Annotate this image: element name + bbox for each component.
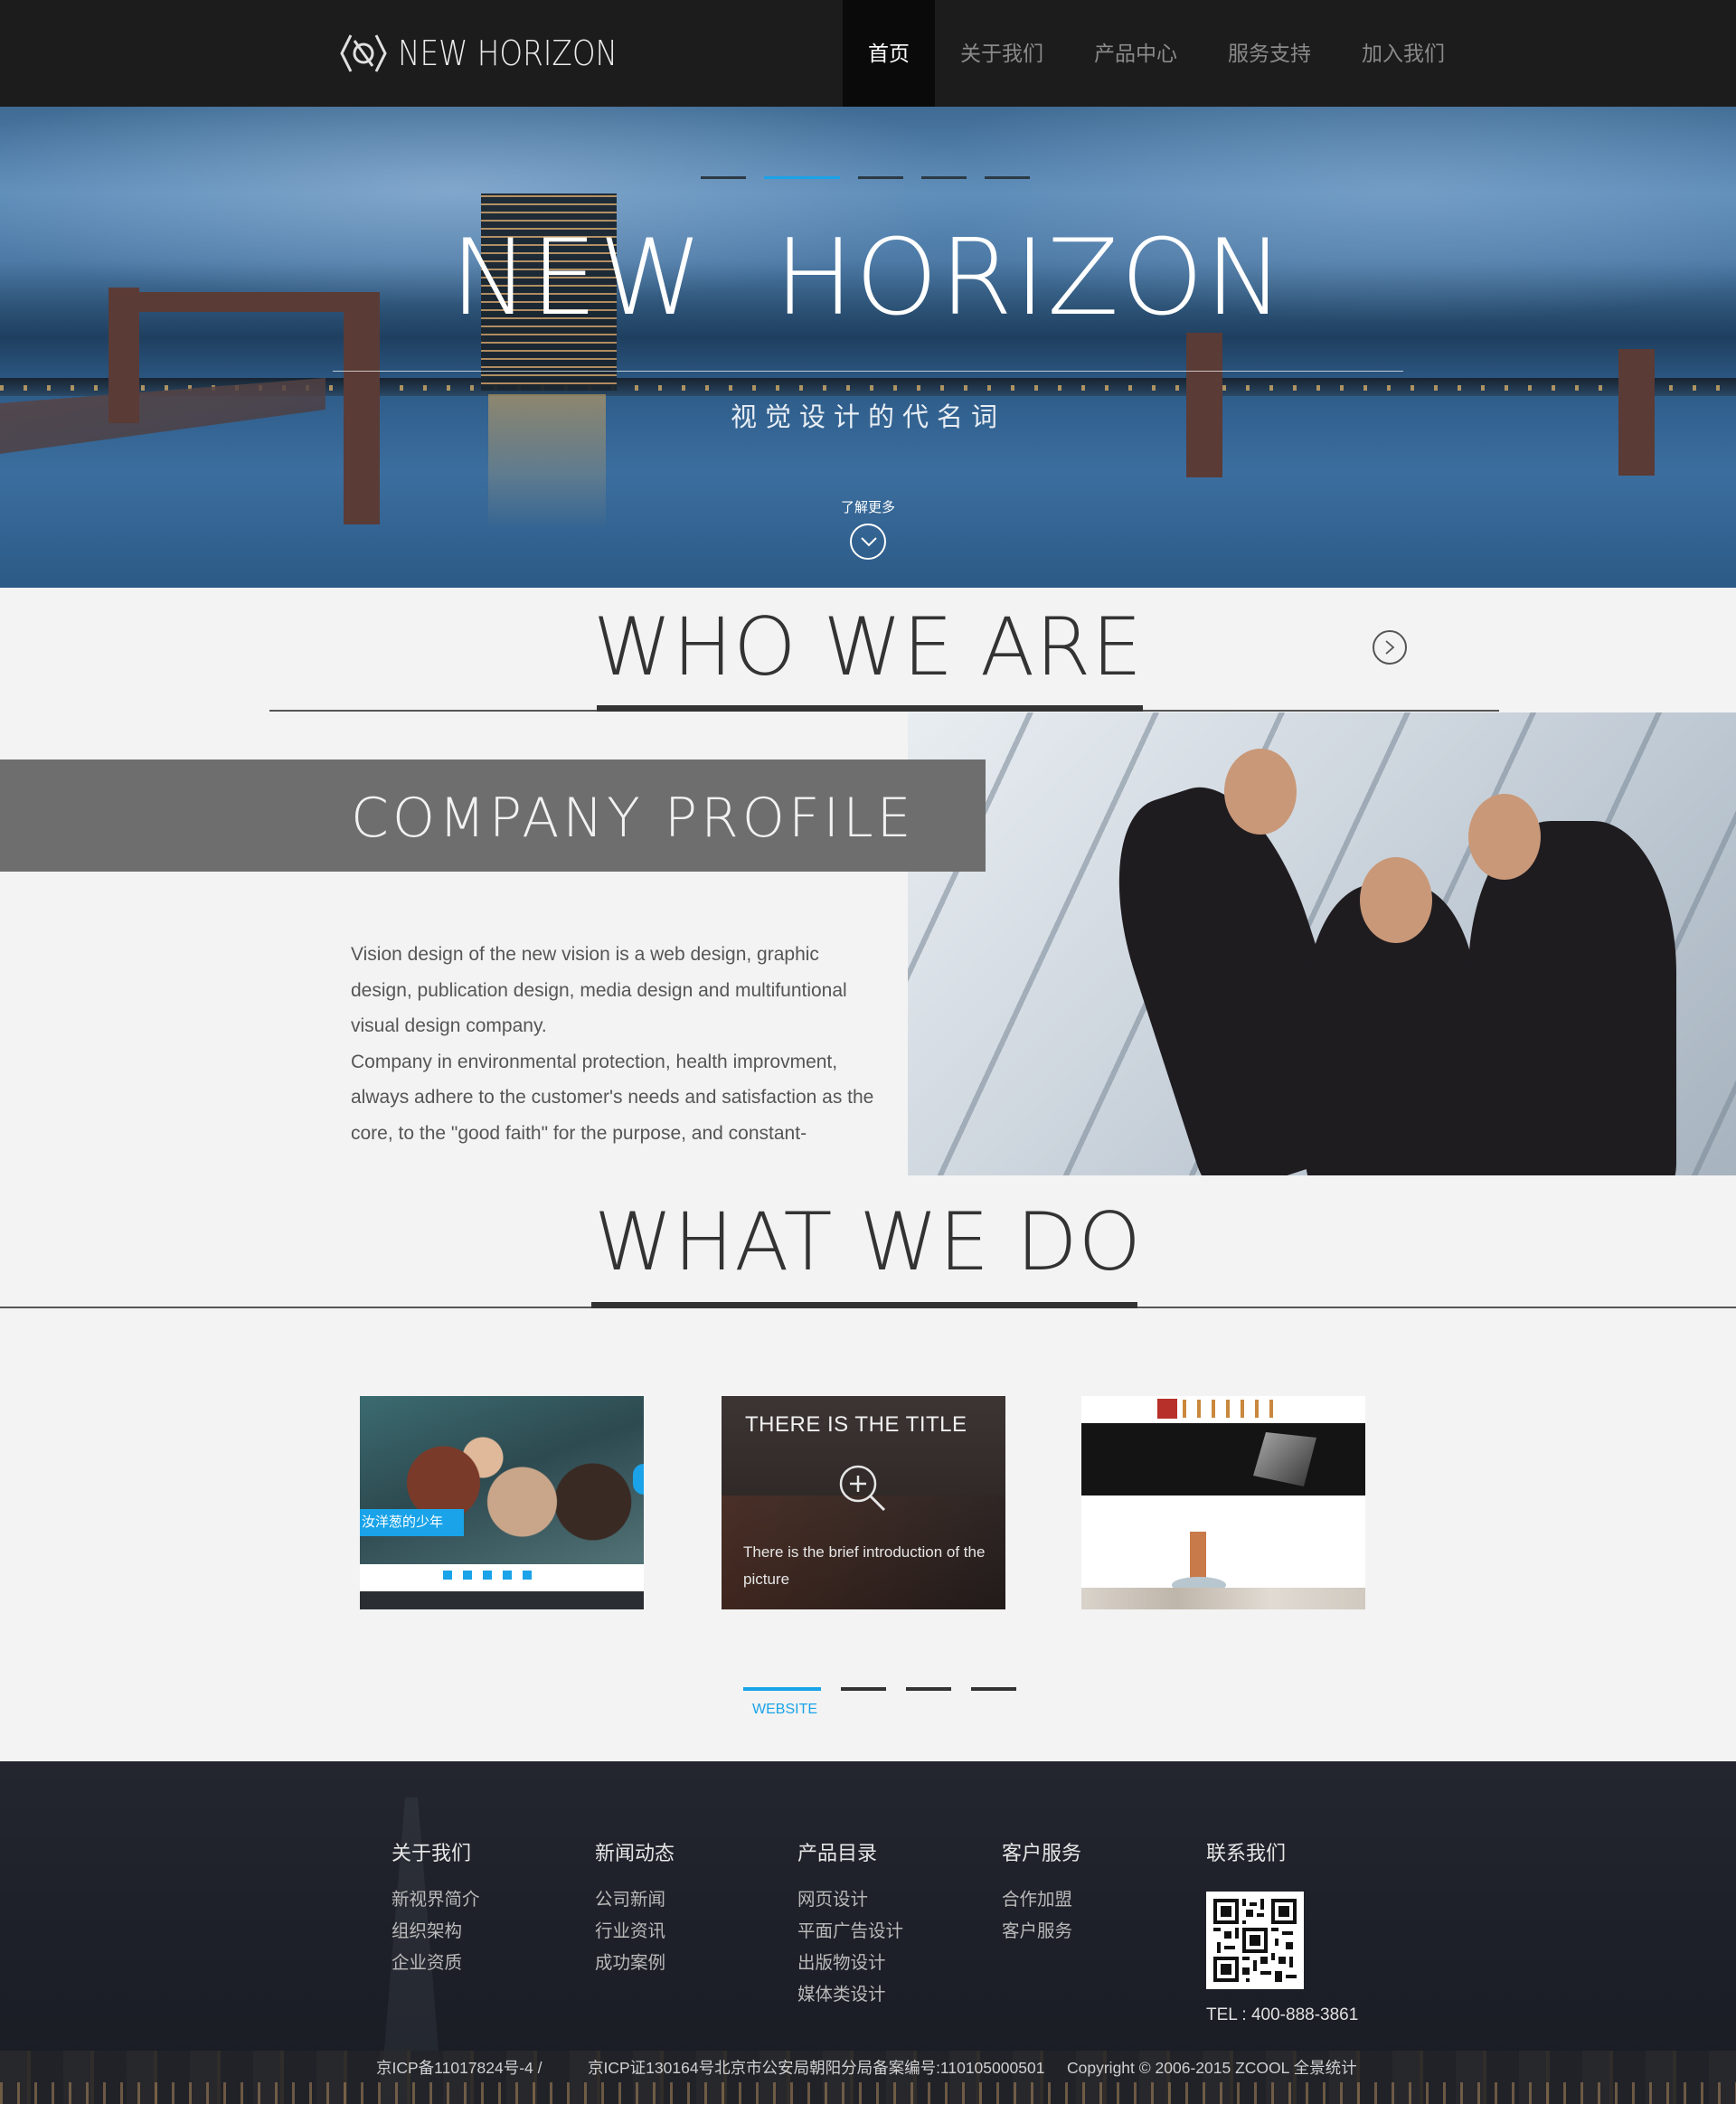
footer-link[interactable]: 行业资讯: [595, 1916, 675, 1948]
nav-home[interactable]: 首页: [843, 0, 935, 107]
card-dot: [523, 1571, 532, 1580]
company-profile-heading: COMPANY PROFILE: [351, 787, 915, 850]
hero-slide-dot[interactable]: [858, 176, 903, 179]
card-title: THERE IS THE TITLE: [745, 1412, 967, 1437]
nav-about[interactable]: 关于我们: [935, 0, 1069, 107]
footer-link[interactable]: 客户服务: [1002, 1916, 1081, 1948]
profile-paragraph: Vision design of the new vision is a web…: [351, 944, 847, 1036]
tab-category[interactable]: [841, 1687, 886, 1691]
hero-slide-indicators: [701, 176, 1030, 179]
footer-column-news: 新闻动态 公司新闻 行业资讯 成功案例: [595, 1837, 675, 1979]
logo-text: NEW HORIZON: [398, 33, 618, 73]
what-underline: [591, 1302, 1137, 1308]
top-header: NEW HORIZON 首页 关于我们 产品中心 服务支持 加入我们: [0, 0, 1736, 107]
who-underline: [597, 705, 1143, 712]
portfolio-card[interactable]: 汝洋葱的少年: [360, 1396, 644, 1609]
card-description: There is the brief introduction of the p…: [743, 1543, 986, 1588]
footer-link[interactable]: 媒体类设计: [797, 1979, 903, 2011]
tab-website[interactable]: [743, 1687, 821, 1691]
card-dot: [463, 1571, 472, 1580]
card-dot: [503, 1571, 512, 1580]
nav-products[interactable]: 产品中心: [1069, 0, 1203, 107]
card-arrow-icon: [633, 1464, 644, 1495]
hero-banner: NEW HORIZON 视觉设计的代名词 了解更多: [0, 107, 1736, 588]
footer-link[interactable]: 合作加盟: [1002, 1884, 1081, 1916]
nav-support[interactable]: 服务支持: [1203, 0, 1336, 107]
footer-link[interactable]: 出版物设计: [797, 1948, 903, 1979]
card-photo: [378, 1432, 640, 1559]
hero-subtitle: 视觉设计的代名词: [730, 403, 1005, 432]
qr-code: [1206, 1892, 1304, 1989]
card-product-strip: [1183, 1400, 1282, 1418]
contact-phone: TEL : 400-888-3861: [1206, 2005, 1359, 2024]
card-bottom-strip: [1081, 1588, 1365, 1609]
hero-title: NEW HORIZON: [450, 217, 1286, 339]
card-footer-bar: [360, 1591, 644, 1609]
footer-column-contact: 联系我们: [1206, 1837, 1286, 1884]
zoom-in-icon[interactable]: [837, 1463, 888, 1514]
who-we-are-title: WHO WE ARE: [593, 600, 1143, 693]
photo-head: [1360, 857, 1432, 943]
portfolio-card-hover[interactable]: THERE IS THE TITLE There is the brief in…: [722, 1396, 1005, 1609]
footer-link[interactable]: 组织架构: [392, 1916, 480, 1948]
copyright: Copyright © 2006-2015 ZCOOL 全景统计: [1067, 2059, 1357, 2077]
footer-link[interactable]: 公司新闻: [595, 1884, 675, 1916]
footer-column-title: 产品目录: [797, 1842, 878, 1864]
card-dot: [483, 1571, 492, 1580]
tab-category[interactable]: [906, 1687, 951, 1691]
footer-column-title: 联系我们: [1206, 1842, 1287, 1864]
card-dark-banner: [1081, 1423, 1365, 1495]
icp-record[interactable]: 京ICP备11017824号-4 /: [376, 2056, 542, 2079]
footer-link[interactable]: 新视界简介: [392, 1884, 480, 1916]
footer-column-title: 关于我们: [392, 1842, 472, 1864]
footer-column-products: 产品目录 网页设计 平面广告设计 出版物设计 媒体类设计: [797, 1837, 903, 2011]
photo-head: [1224, 749, 1297, 835]
chevron-right-circle-icon[interactable]: [1373, 630, 1407, 665]
footer-link[interactable]: 成功案例: [595, 1948, 675, 1979]
footer-link[interactable]: 网页设计: [797, 1884, 903, 1916]
site-logo[interactable]: NEW HORIZON: [338, 25, 654, 81]
footer-column-service: 客户服务 合作加盟 客户服务: [1002, 1837, 1081, 1948]
what-we-do-title: WHAT WE DO: [594, 1195, 1142, 1288]
business-handshake-photo: [908, 712, 1736, 1175]
learn-more-link[interactable]: 了解更多: [814, 497, 922, 516]
category-tabs: [743, 1687, 1016, 1691]
hero-slide-dot[interactable]: [985, 176, 1030, 179]
qr-code-icon: [1213, 1899, 1297, 1982]
icp-license[interactable]: 京ICP证130164号北京市公安局朝阳分局备案编号:110105000501: [588, 2056, 1044, 2079]
company-profile-banner: COMPANY PROFILE: [0, 760, 986, 872]
tab-category[interactable]: [971, 1687, 1016, 1691]
nav-join[interactable]: 加入我们: [1336, 0, 1470, 107]
chevron-down-circle-icon[interactable]: [850, 524, 886, 560]
hero-slide-dot[interactable]: [701, 176, 746, 179]
card-dots-bar: [360, 1564, 644, 1591]
card-brand-logo: [1157, 1399, 1177, 1419]
footer-city-lights: [0, 2082, 1736, 2104]
hero-slide-dot-active[interactable]: [764, 176, 840, 179]
main-nav: 首页 关于我们 产品中心 服务支持 加入我们: [843, 0, 1470, 107]
footer-column-title: 新闻动态: [595, 1842, 675, 1864]
footer-link[interactable]: 企业资质: [392, 1948, 480, 1979]
active-tab-label[interactable]: WEBSITE: [752, 1702, 817, 1718]
footer-column-about: 关于我们 新视界简介 组织架构 企业资质: [392, 1837, 480, 1979]
footer-column-title: 客户服务: [1002, 1842, 1082, 1864]
hero-slide-dot[interactable]: [921, 176, 967, 179]
profile-paragraph: Company in environmental protection, hea…: [351, 1051, 874, 1144]
hero-divider: [333, 371, 1403, 372]
portfolio-card[interactable]: [1081, 1396, 1365, 1609]
company-profile-text: Vision design of the new vision is a web…: [351, 937, 877, 1151]
footer-link[interactable]: 平面广告设计: [797, 1916, 903, 1948]
card-tag: 汝洋葱的少年: [360, 1509, 464, 1536]
photo-head: [1468, 794, 1541, 880]
card-dot: [443, 1571, 452, 1580]
hexagon-logo-icon: [340, 34, 387, 72]
